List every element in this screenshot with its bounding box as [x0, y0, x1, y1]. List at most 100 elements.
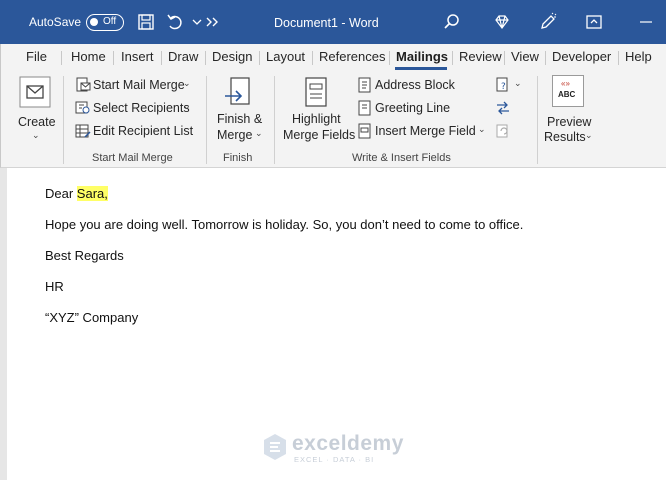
chevron-down-icon: ⌄ — [255, 128, 263, 138]
finish-label-line1: Finish & — [217, 112, 263, 126]
insert-merge-field-label: Insert Merge Field — [375, 124, 476, 138]
start-mail-merge-icon — [76, 77, 91, 92]
match-fields-icon[interactable] — [495, 100, 511, 116]
tab-separator — [618, 51, 619, 65]
finish-group-label: Finish — [223, 152, 253, 164]
tab-home[interactable]: Home — [71, 49, 106, 64]
highlight-merge-fields-button[interactable]: Highlight Merge Fields — [281, 76, 356, 148]
merge-field-name[interactable]: Sara, — [76, 186, 108, 201]
preview-label-line1: Preview — [547, 115, 592, 129]
address-block-button[interactable]: Address Block — [355, 77, 475, 95]
start-mail-merge-group-label: Start Mail Merge — [92, 152, 173, 164]
write-insert-group-label: Write & Insert Fields — [352, 152, 451, 164]
select-recipients-button[interactable]: Select Recipients ⌄ — [73, 100, 198, 118]
select-recipients-label: Select Recipients — [93, 101, 190, 115]
finish-merge-button[interactable]: Finish & Merge ⌄ — [213, 76, 267, 148]
edit-list-icon — [75, 124, 91, 138]
finish-label-line2: Merge — [217, 128, 253, 142]
edit-recipient-list-button[interactable]: Edit Recipient List — [73, 123, 198, 141]
watermark-tagline: EXCEL · DATA · BI — [294, 455, 375, 464]
chevron-down-icon: ⌄ — [183, 78, 191, 88]
greeting-line-button[interactable]: Greeting Line — [355, 100, 475, 118]
tab-separator — [61, 51, 62, 65]
diamond-icon[interactable] — [492, 12, 512, 32]
tab-file[interactable]: File — [26, 49, 47, 64]
save-icon[interactable] — [136, 12, 156, 32]
highlight-label-line1: Highlight — [292, 112, 341, 126]
start-mail-merge-label: Start Mail Merge — [93, 78, 185, 92]
finish-merge-icon — [225, 77, 250, 105]
toggle-knob — [90, 18, 98, 26]
insert-merge-field-button[interactable]: Insert Merge Field ⌄ — [355, 123, 490, 141]
closing-line[interactable]: Best Regards — [45, 248, 124, 263]
group-separator — [537, 76, 538, 164]
ribbon-display-icon[interactable] — [584, 12, 604, 32]
tab-help[interactable]: Help — [625, 49, 652, 64]
address-block-label: Address Block — [375, 78, 455, 92]
tab-view[interactable]: View — [511, 49, 539, 64]
tab-separator — [545, 51, 546, 65]
tab-draw[interactable]: Draw — [168, 49, 198, 64]
company-line[interactable]: “XYZ” Company — [45, 310, 138, 325]
chevron-down-icon: ⌄ — [585, 130, 593, 140]
preview-arrows-icon: «» — [561, 79, 570, 88]
tab-layout[interactable]: Layout — [266, 49, 305, 64]
preview-results-icon: «» ABC — [552, 75, 584, 107]
tab-separator — [504, 51, 505, 65]
group-separator — [206, 76, 207, 164]
highlight-label-line2: Merge Fields — [283, 128, 356, 142]
sender-line[interactable]: HR — [45, 279, 64, 294]
title-bar: AutoSave Off Document1 - Word — [0, 0, 666, 44]
create-label: Create — [18, 115, 56, 129]
tab-separator — [389, 51, 390, 65]
tab-separator — [205, 51, 206, 65]
minimize-icon[interactable] — [636, 12, 656, 32]
ribbon-tabs: File Home Insert Draw Design Layout Refe… — [0, 44, 666, 70]
update-labels-icon[interactable] — [495, 123, 511, 139]
tab-developer[interactable]: Developer — [552, 49, 611, 64]
edit-recipient-list-label: Edit Recipient List — [93, 124, 194, 138]
chevron-down-icon: ⌄ — [183, 101, 191, 111]
preview-label-line2: Results — [544, 130, 586, 144]
more-commands-icon[interactable] — [203, 12, 223, 32]
start-mail-merge-button[interactable]: Start Mail Merge ⌄ — [73, 77, 198, 95]
undo-icon[interactable] — [165, 12, 185, 32]
tab-separator — [452, 51, 453, 65]
chevron-down-icon: ⌄ — [514, 78, 522, 88]
tab-design[interactable]: Design — [212, 49, 252, 64]
autosave-state: Off — [103, 16, 117, 27]
preview-results-button[interactable]: «» ABC Preview Results ⌄ — [543, 74, 597, 146]
greeting-line-label: Greeting Line — [375, 101, 451, 115]
ribbon-mailings: Create ⌄ Start Mail Merge ⌄ Select Recip… — [0, 70, 666, 168]
watermark-brand: exceldemy — [292, 432, 404, 455]
search-icon[interactable] — [442, 12, 462, 32]
tab-references[interactable]: References — [319, 49, 385, 64]
group-separator — [63, 76, 64, 164]
document-title: Document1 - Word — [274, 16, 379, 30]
body-paragraph[interactable]: Hope you are doing well. Tomorrow is hol… — [45, 217, 523, 232]
tab-separator — [113, 51, 114, 65]
select-recipients-icon — [75, 101, 90, 114]
svg-text:?: ? — [501, 82, 506, 92]
tab-separator — [259, 51, 260, 65]
address-block-icon — [358, 77, 371, 93]
tab-insert[interactable]: Insert — [121, 49, 154, 64]
greeting-prefix: Dear — [45, 186, 77, 201]
autosave-label: AutoSave — [29, 15, 82, 29]
chevron-down-icon: ⌄ — [478, 124, 486, 134]
tab-mailings[interactable]: Mailings — [396, 49, 448, 64]
tab-separator — [161, 51, 162, 65]
create-button[interactable]: Create ⌄ — [13, 74, 57, 146]
highlight-merge-fields-icon — [305, 77, 327, 107]
insert-merge-field-icon — [358, 123, 371, 139]
exceldemy-logo-icon — [264, 434, 286, 460]
autosave-toggle[interactable]: Off — [86, 14, 124, 31]
greeting-line[interactable]: Dear Sara, — [45, 186, 108, 201]
chevron-down-icon: ⌄ — [32, 130, 40, 140]
preview-abc-text: ABC — [558, 90, 576, 99]
tab-separator — [312, 51, 313, 65]
tab-review[interactable]: Review — [459, 49, 502, 64]
greeting-line-icon — [358, 100, 371, 116]
pen-icon[interactable] — [538, 12, 558, 32]
rules-icon[interactable]: ? — [495, 77, 511, 93]
